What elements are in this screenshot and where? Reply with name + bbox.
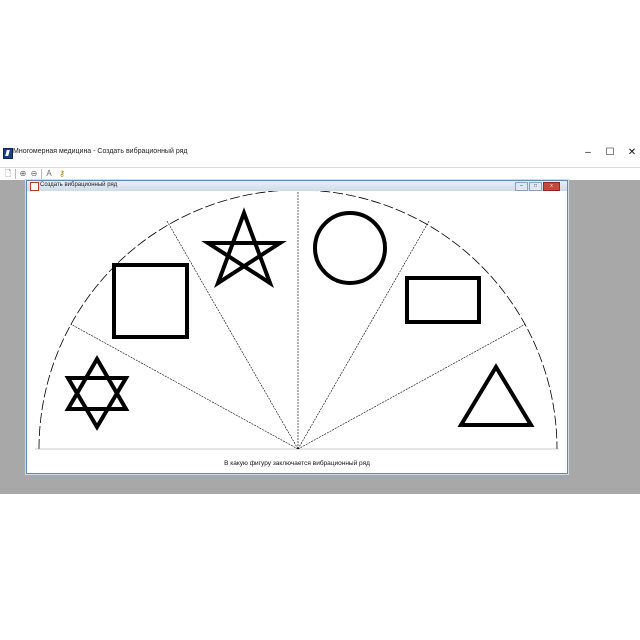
- close-button[interactable]: ✕: [624, 146, 640, 160]
- circle-icon[interactable]: [313, 211, 387, 285]
- child-window-titlebar[interactable]: Создать вибрационный ряд – □ x: [27, 181, 567, 191]
- child-maximize-button[interactable]: □: [529, 182, 542, 191]
- zoom-out-icon[interactable]: ⊖: [29, 169, 39, 179]
- maximize-button[interactable]: ☐: [602, 146, 618, 160]
- toolbar: 🗋 ⊕ ⊖ A ⚷: [0, 168, 640, 180]
- application-window: Многомерная медицина - Создать вибрацион…: [0, 140, 640, 494]
- semicircle-diagram: [35, 191, 559, 450]
- mdi-workspace: Создать вибрационный ряд – □ x В какую ф…: [0, 180, 640, 494]
- text-tool-icon[interactable]: A: [44, 169, 54, 179]
- sector-divider: [70, 323, 299, 450]
- minimize-button[interactable]: –: [580, 146, 596, 160]
- app-logo-icon: [3, 148, 13, 159]
- toolbar-separator: [41, 169, 42, 179]
- window-titlebar[interactable]: Многомерная медицина - Создать вибрацион…: [0, 140, 640, 168]
- sector-divider: [297, 323, 526, 450]
- rectangle-icon[interactable]: [405, 276, 481, 324]
- zoom-in-icon[interactable]: ⊕: [18, 169, 28, 179]
- child-minimize-button[interactable]: –: [515, 182, 528, 191]
- child-window-title: Создать вибрационный ряд: [40, 182, 118, 188]
- star-of-david-icon[interactable]: [64, 355, 130, 431]
- question-label: В какую фигуру заключается вибрационный …: [224, 460, 370, 467]
- screen-background: [0, 494, 640, 640]
- new-document-icon[interactable]: 🗋: [3, 169, 13, 179]
- pentagram-icon[interactable]: [201, 207, 287, 288]
- window-title: Многомерная медицина - Создать вибрацион…: [13, 148, 188, 155]
- square-icon[interactable]: [112, 263, 189, 339]
- triangle-icon[interactable]: [457, 363, 535, 427]
- key-icon[interactable]: ⚷: [57, 169, 67, 179]
- toolbar-separator: [15, 169, 16, 179]
- document-icon: [30, 182, 39, 191]
- child-close-button[interactable]: x: [543, 182, 560, 191]
- child-window: Создать вибрационный ряд – □ x В какую ф…: [26, 180, 568, 474]
